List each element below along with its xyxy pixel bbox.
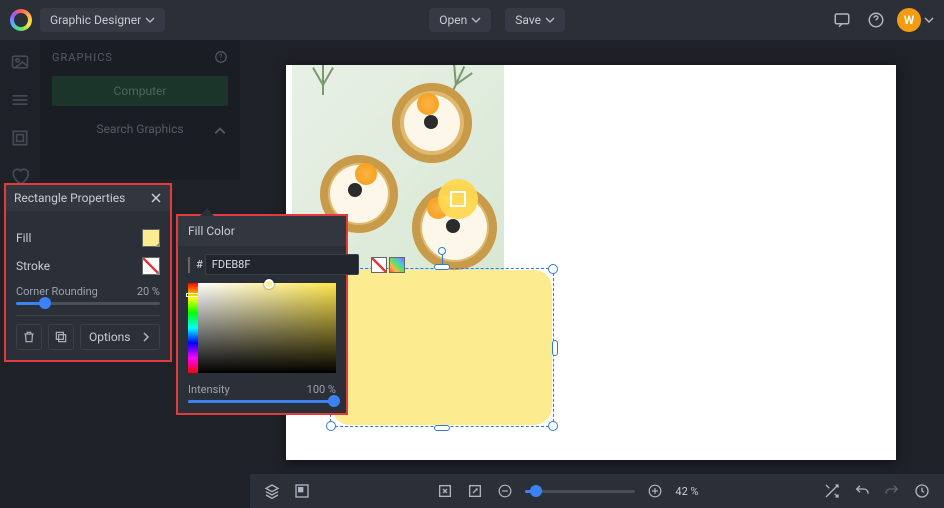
saturation-value-picker[interactable]: [198, 283, 336, 373]
resize-handle-t[interactable]: [434, 264, 450, 270]
arrange-button[interactable]: [292, 481, 312, 501]
search-graphics[interactable]: Search Graphics: [52, 122, 228, 136]
rectangle-properties-panel: Rectangle Properties Fill Stroke Corner …: [4, 183, 172, 362]
expand-button[interactable]: [465, 481, 485, 501]
expand-icon: [467, 483, 483, 499]
chevron-right-icon: [141, 332, 151, 342]
layers-button[interactable]: [262, 481, 282, 501]
zoom-slider[interactable]: [525, 490, 635, 493]
computer-button[interactable]: Computer: [52, 76, 228, 106]
no-fill-button[interactable]: [371, 257, 387, 273]
copy-icon: [54, 330, 68, 344]
history-icon: [914, 483, 930, 499]
help-button[interactable]: [863, 7, 889, 33]
zoom-in-button[interactable]: [645, 481, 665, 501]
resize-handle-r[interactable]: [552, 340, 558, 356]
corner-slider[interactable]: [16, 302, 160, 305]
fill-swatch[interactable]: [142, 229, 160, 247]
panel-title: Rectangle Properties: [14, 191, 125, 205]
hue-slider[interactable]: [188, 283, 198, 373]
options-label: Options: [89, 330, 131, 344]
fill-color-title: Fill Color: [188, 224, 235, 238]
fill-color-panel: Fill Color # Intensity 100 %: [176, 214, 348, 415]
minus-icon: [498, 484, 512, 498]
color-cursor[interactable]: [264, 279, 274, 289]
shuffle-button[interactable]: [822, 481, 842, 501]
undo-button[interactable]: [852, 481, 872, 501]
layers-icon: [264, 483, 280, 499]
chevron-up-icon[interactable]: [214, 125, 226, 137]
redo-icon: [884, 483, 900, 499]
resize-handle-bl[interactable]: [326, 421, 336, 431]
save-button[interactable]: Save: [505, 8, 565, 32]
intensity-label: Intensity: [188, 383, 230, 396]
layers-icon[interactable]: [10, 90, 30, 110]
mode-label: Graphic Designer: [50, 13, 141, 27]
save-label: Save: [515, 13, 541, 27]
zoom-out-button[interactable]: [495, 481, 515, 501]
graphics-panel: GRAPHICS ? Computer Search Graphics: [40, 40, 240, 180]
chevron-down-icon: [924, 15, 934, 25]
open-button[interactable]: Open: [429, 8, 491, 32]
resize-handle-tr[interactable]: [548, 264, 558, 274]
selection-outline: [330, 268, 554, 427]
zoom-percent: 42 %: [675, 485, 698, 498]
svg-text:?: ?: [219, 53, 223, 61]
topbar: Graphic Designer Open Save W: [0, 0, 944, 40]
feedback-button[interactable]: [829, 7, 855, 33]
chat-icon: [833, 11, 851, 29]
delete-button[interactable]: [16, 324, 42, 350]
hex-input[interactable]: [205, 254, 359, 275]
trash-icon: [22, 330, 36, 344]
arrange-icon: [294, 483, 310, 499]
intensity-value: 100 %: [307, 383, 336, 396]
resize-handle-b[interactable]: [434, 425, 450, 431]
crop-badge-icon[interactable]: [438, 179, 478, 219]
resize-handle-br[interactable]: [548, 421, 558, 431]
redo-button[interactable]: [882, 481, 902, 501]
help-icon: [867, 11, 885, 29]
open-label: Open: [439, 13, 467, 27]
stroke-swatch[interactable]: [142, 257, 160, 275]
panel-title: GRAPHICS: [52, 51, 113, 64]
avatar: W: [897, 8, 921, 32]
corner-label: Corner Rounding: [16, 285, 98, 298]
fit-button[interactable]: [435, 481, 455, 501]
shuffle-icon: [824, 483, 840, 499]
plus-icon: [648, 484, 662, 498]
undo-icon: [854, 483, 870, 499]
gradient-button[interactable]: [389, 257, 405, 273]
help-icon[interactable]: ?: [214, 50, 228, 64]
chevron-down-icon: [145, 15, 155, 25]
intensity-slider[interactable]: [188, 400, 336, 403]
history-button[interactable]: [912, 481, 932, 501]
stroke-label: Stroke: [16, 259, 50, 273]
frame-icon[interactable]: [10, 128, 30, 148]
image-icon[interactable]: [10, 52, 30, 72]
duplicate-button[interactable]: [48, 324, 74, 350]
app-logo: [10, 9, 32, 31]
rotate-handle[interactable]: [438, 247, 446, 255]
mode-dropdown[interactable]: Graphic Designer: [40, 8, 165, 32]
fit-icon: [437, 483, 453, 499]
user-menu[interactable]: W: [897, 8, 934, 32]
close-icon[interactable]: [150, 192, 162, 204]
chevron-down-icon: [471, 15, 481, 25]
current-color-swatch: [188, 257, 190, 273]
bottombar: 42 %: [250, 474, 944, 508]
fill-label: Fill: [16, 231, 31, 245]
options-button[interactable]: Options: [80, 324, 160, 350]
corner-value: 20 %: [137, 285, 160, 298]
chevron-down-icon: [545, 15, 555, 25]
hex-prefix: #: [196, 258, 203, 271]
